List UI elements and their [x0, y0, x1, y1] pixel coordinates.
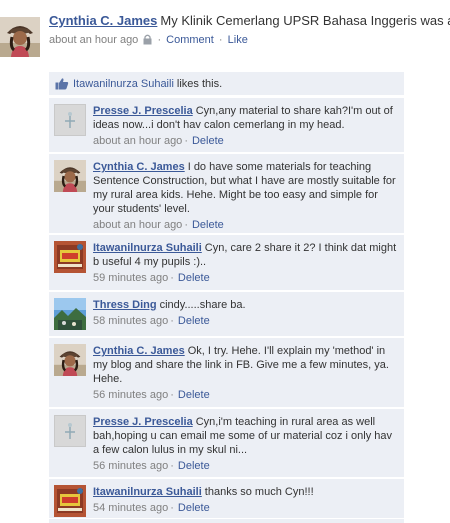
- story-message: Cynthia C. James My Klinik Cemerlang UPSR…: [49, 13, 450, 29]
- story-meta: about an hour ago · Comment · Like: [49, 34, 450, 49]
- thumbs-up-icon: [55, 77, 69, 90]
- default-avatar-icon: [54, 415, 86, 447]
- like-link[interactable]: Like: [228, 34, 248, 46]
- delete-comment-button[interactable]: Delete: [178, 389, 210, 401]
- comment-body: Cynthia C. James Ok, I try. Hehe. I'll ex…: [93, 344, 398, 402]
- comment-timestamp[interactable]: about an hour ago: [93, 219, 182, 231]
- profile-photo: [54, 344, 86, 376]
- comment-timestamp[interactable]: 56 minutes ago: [93, 389, 168, 401]
- comment-link[interactable]: Comment: [166, 34, 214, 46]
- meta-separator: ·: [170, 272, 174, 284]
- meta-separator: ·: [184, 219, 188, 231]
- comment-author-link[interactable]: Itawanilnurza Suhaili: [93, 242, 202, 254]
- avatar[interactable]: [54, 298, 86, 330]
- meta-separator: ·: [170, 460, 174, 472]
- comment-text: cindy.....share ba.: [159, 299, 246, 311]
- comment-author-link[interactable]: Cynthia C. James: [93, 345, 185, 357]
- meta-separator: ·: [157, 34, 162, 46]
- comment-item: Cynthia C. James Ok, I try. Hehe. I'll ex…: [49, 337, 404, 407]
- comment-text: thanks so much Cyn!!!: [204, 486, 314, 498]
- comment-author-link[interactable]: Thress Ding: [93, 299, 157, 311]
- profile-photo: [54, 160, 86, 192]
- comment-item: Presse J. Prescelia Cyn,any material to s…: [49, 97, 404, 152]
- comment-timestamp[interactable]: 54 minutes ago: [93, 502, 168, 514]
- comment-author-link[interactable]: Presse J. Prescelia: [93, 416, 193, 428]
- profile-photo: [0, 12, 40, 62]
- comment-body: Presse J. Prescelia Cyn,i'm teaching in r…: [93, 415, 398, 473]
- meta-separator: ·: [170, 389, 174, 401]
- avatar[interactable]: [54, 104, 86, 136]
- lock-icon: [143, 34, 152, 49]
- write-comment-box[interactable]: [49, 518, 404, 523]
- avatar[interactable]: [54, 344, 86, 376]
- delete-comment-button[interactable]: Delete: [192, 219, 224, 231]
- comment-item: Itawanilnurza Suhaili thanks so much Cyn!…: [49, 478, 404, 518]
- default-avatar-icon: [54, 104, 86, 136]
- comment-item: Presse J. Prescelia Cyn,i'm teaching in r…: [49, 408, 404, 477]
- delete-comment-button[interactable]: Delete: [178, 460, 210, 472]
- likes-sentence: Itawanilnurza Suhaili likes this.: [49, 72, 404, 96]
- meta-separator: ·: [184, 135, 188, 147]
- comment-item: Thress Ding cindy.....share ba. 58 minute…: [49, 291, 404, 336]
- feedback-panel: Itawanilnurza Suhaili likes this.: [49, 72, 404, 96]
- comment-timestamp[interactable]: 56 minutes ago: [93, 460, 168, 472]
- comment-body: Itawanilnurza Suhaili Cyn, care 2 share i…: [93, 241, 398, 285]
- liker-link[interactable]: Itawanilnurza Suhaili: [73, 78, 174, 90]
- profile-photo: [54, 485, 86, 517]
- comment-author-link[interactable]: Presse J. Prescelia: [93, 105, 193, 117]
- story-author-link[interactable]: Cynthia C. James: [49, 13, 157, 28]
- avatar[interactable]: [54, 160, 86, 192]
- comment-timestamp[interactable]: 59 minutes ago: [93, 272, 168, 284]
- comment-body: Itawanilnurza Suhaili thanks so much Cyn!…: [93, 485, 398, 515]
- avatar[interactable]: [54, 241, 86, 273]
- avatar[interactable]: [54, 415, 86, 447]
- delete-comment-button[interactable]: Delete: [178, 502, 210, 514]
- meta-separator: ·: [170, 315, 174, 327]
- comment-author-link[interactable]: Cynthia C. James: [93, 161, 185, 173]
- comment-timestamp[interactable]: 58 minutes ago: [93, 315, 168, 327]
- meta-separator: ·: [170, 502, 174, 514]
- avatar[interactable]: [0, 12, 40, 62]
- meta-separator: ·: [218, 34, 223, 46]
- comment-item: Cynthia C. James I do have some materials…: [49, 153, 404, 233]
- comment-author-link[interactable]: Itawanilnurza Suhaili: [93, 486, 202, 498]
- story-timestamp[interactable]: about an hour ago: [49, 34, 138, 46]
- story-body: Cynthia C. James My Klinik Cemerlang UPSR…: [49, 13, 450, 49]
- delete-comment-button[interactable]: Delete: [192, 135, 224, 147]
- profile-photo: [54, 298, 86, 330]
- delete-comment-button[interactable]: Delete: [178, 272, 210, 284]
- avatar[interactable]: [54, 485, 86, 517]
- comment-body: Cynthia C. James I do have some materials…: [93, 160, 398, 232]
- story-text: My Klinik Cemerlang UPSR Bahasa Inggeris…: [160, 13, 450, 28]
- delete-comment-button[interactable]: Delete: [178, 315, 210, 327]
- comment-timestamp[interactable]: about an hour ago: [93, 135, 182, 147]
- comment-item: Itawanilnurza Suhaili Cyn, care 2 share i…: [49, 234, 404, 290]
- profile-photo: [54, 241, 86, 273]
- comment-body: Presse J. Prescelia Cyn,any material to s…: [93, 104, 398, 148]
- likes-suffix: likes this.: [176, 77, 223, 90]
- comment-body: Thress Ding cindy.....share ba. 58 minute…: [93, 298, 398, 328]
